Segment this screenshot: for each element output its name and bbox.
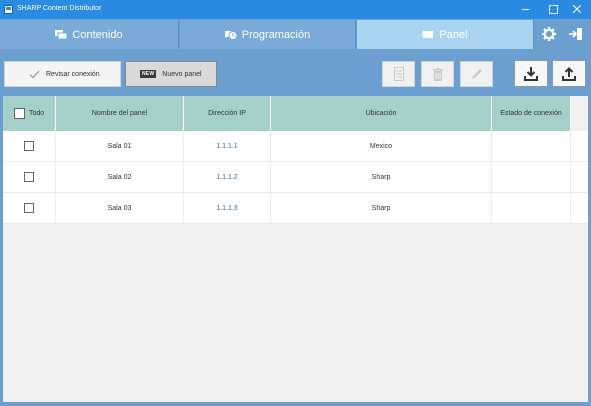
cell-estado (492, 131, 571, 161)
row-checkbox[interactable] (24, 203, 34, 213)
gear-icon (542, 27, 556, 41)
logout-button[interactable] (565, 22, 587, 46)
table-row[interactable]: Sala 03 1.1.1.3 Sharp (3, 193, 588, 224)
new-panel-button[interactable]: NEW Nuevo panel (125, 61, 217, 87)
row-select (3, 193, 56, 223)
pencil-icon (471, 69, 482, 79)
trash-icon (432, 67, 443, 81)
table-header: Todo Nombre del panel Dirección IP Ubica… (3, 96, 588, 131)
export-button[interactable] (552, 60, 586, 87)
cell-ubicacion: Sharp (271, 162, 492, 192)
upload-icon (562, 66, 576, 81)
logout-icon (569, 28, 582, 40)
column-header-ubicacion[interactable]: Ubicación (271, 96, 492, 131)
cell-ip: 1.1.1.2 (184, 162, 271, 192)
table-row[interactable]: Sala 01 1.1.1.1 Mexico (3, 131, 588, 162)
cell-nombre: Sala 01 (56, 131, 184, 161)
cell-estado (492, 193, 571, 223)
row-select (3, 131, 56, 161)
details-button[interactable] (382, 61, 415, 87)
schedule-icon (224, 30, 237, 40)
download-icon (524, 66, 538, 81)
cell-ubicacion: Mexico (271, 131, 492, 161)
panel-table: Todo Nombre del panel Dirección IP Ubica… (3, 96, 588, 402)
table-row[interactable]: Sala 02 1.1.1.2 Sharp (3, 162, 588, 193)
column-header-estado[interactable]: Estado de conexión (492, 96, 571, 131)
row-spacer (571, 162, 588, 192)
cell-estado (492, 162, 571, 192)
settings-button[interactable] (538, 22, 560, 46)
panel-icon (422, 30, 434, 38)
header-spacer (571, 96, 588, 131)
cell-ip: 1.1.1.3 (184, 193, 271, 223)
select-all-label: Todo (29, 110, 45, 117)
window-title: SHARP Content Distributor (17, 5, 102, 12)
tab-label: Programación (241, 28, 311, 41)
column-header-ip[interactable]: Dirección IP (184, 96, 271, 131)
table-body: Sala 01 1.1.1.1 Mexico Sala 02 1.1.1.2 S… (3, 131, 588, 224)
content-icon (55, 29, 68, 39)
cell-nombre: Sala 02 (56, 162, 184, 192)
tab-label: Contenido (72, 28, 123, 41)
import-button[interactable] (514, 60, 548, 87)
row-spacer (571, 193, 588, 223)
delete-button[interactable] (421, 61, 454, 87)
tab-panel[interactable]: Panel (357, 20, 534, 49)
app-icon (4, 5, 13, 14)
tab-bar: Contenido Programación Panel (0, 19, 591, 49)
maximize-button[interactable] (541, 0, 563, 19)
tab-contenido[interactable]: Contenido (0, 20, 179, 49)
new-panel-label: Nuevo panel (162, 70, 202, 78)
close-icon (573, 5, 581, 13)
cell-nombre: Sala 03 (56, 193, 184, 223)
check-connection-label: Revisar conexión (46, 70, 100, 78)
row-select (3, 162, 56, 192)
select-all-checkbox[interactable] (14, 108, 25, 119)
check-connection-button[interactable]: Revisar conexión (4, 61, 121, 87)
select-all[interactable]: Todo (3, 96, 56, 131)
column-header-nombre[interactable]: Nombre del panel (56, 96, 184, 131)
new-badge: NEW (140, 70, 157, 78)
close-button[interactable] (566, 0, 588, 19)
cell-ip: 1.1.1.1 (184, 131, 271, 161)
cell-ubicacion: Sharp (271, 193, 492, 223)
tab-programacion[interactable]: Programación (180, 20, 356, 49)
tab-label: Panel (439, 28, 468, 41)
title-bar: SHARP Content Distributor (0, 0, 591, 19)
edit-button[interactable] (460, 61, 493, 87)
list-icon (393, 67, 404, 81)
row-checkbox[interactable] (24, 141, 34, 151)
row-checkbox[interactable] (24, 172, 34, 182)
toolbar: Revisar conexión NEW Nuevo panel (0, 49, 591, 95)
checkmark-icon (29, 69, 40, 79)
row-spacer (571, 131, 588, 161)
minimize-button[interactable] (515, 0, 537, 19)
